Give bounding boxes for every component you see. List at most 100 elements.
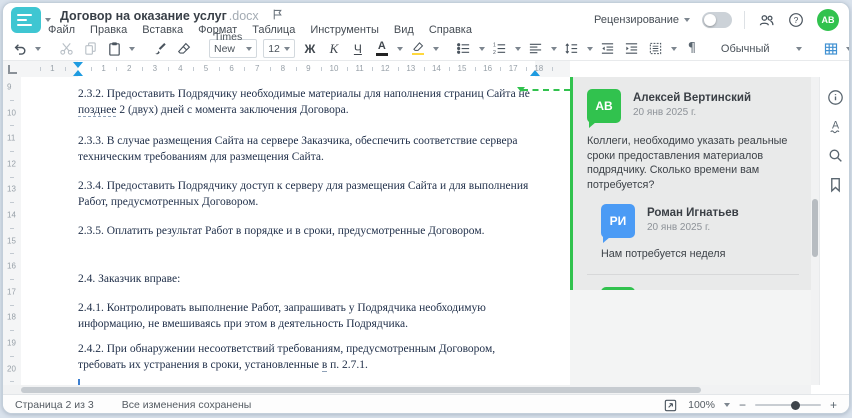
paragraph-settings-icon[interactable]	[647, 39, 665, 59]
menu-item-6[interactable]: Вид	[394, 24, 414, 36]
horizontal-scrollbar-thumb[interactable]	[21, 386, 701, 393]
zoom-in-button[interactable]: +	[830, 399, 837, 411]
font-color-caret-icon[interactable]	[396, 46, 403, 51]
paste-icon[interactable]	[105, 39, 123, 59]
comment-avatar: АВ	[601, 286, 635, 290]
font-name-combo[interactable]: Times New ...	[209, 31, 258, 67]
paragraph-6[interactable]: 2.4.1. Контролировать выполнение Работ, …	[78, 301, 538, 332]
tab-stop-selector[interactable]	[3, 61, 21, 78]
comment-item[interactable]: АВ Алексей Вертинский 20 янв 2025 г. Коллег…	[587, 89, 799, 192]
comment-header: АВ Алексей Вертинский26 май 2025 г.	[601, 286, 799, 291]
comment-date: 20 янв 2025 г.	[647, 222, 711, 234]
underline-button[interactable]: Ч	[349, 39, 367, 59]
paragraph-1[interactable]: 2.3.2. Предоставить Подрядчику необходим…	[78, 87, 538, 118]
highlight-caret-icon[interactable]	[432, 46, 439, 51]
zoom-value[interactable]: 100%	[688, 399, 715, 411]
comment-meta: Роман Игнатьев 20 янв 2025 г.	[647, 204, 739, 233]
line-spacing-icon[interactable]	[563, 39, 581, 59]
format-painter-icon[interactable]	[151, 39, 169, 59]
flag-icon[interactable]	[271, 8, 284, 24]
font-color-icon[interactable]: А	[373, 39, 391, 59]
document-body[interactable]: 2.3.2. Предоставить Подрядчику необходим…	[21, 77, 570, 385]
bookmark-icon[interactable]	[826, 174, 846, 194]
line-spacing-caret-icon[interactable]	[586, 46, 593, 51]
logo-menu-caret-icon[interactable]	[45, 18, 51, 22]
zoom-caret-icon[interactable]	[723, 403, 730, 407]
review-mode-dropdown[interactable]: Рецензирование	[594, 14, 690, 26]
paragraph-text: 2.4.1. Контролировать выполнение Работ, …	[78, 302, 486, 330]
bullet-list-caret-icon[interactable]	[478, 46, 485, 51]
info-icon[interactable]	[826, 87, 846, 107]
help-icon[interactable]: ?	[787, 10, 805, 30]
ruler-vertical[interactable]: 9 10 11 12 13 14 15 16 17 18 19 20	[3, 77, 22, 385]
menu-item-7[interactable]: Справка	[429, 24, 472, 36]
app-logo-icon[interactable]	[11, 7, 41, 33]
review-toggle[interactable]	[702, 12, 732, 28]
horizontal-scrollbar[interactable]	[3, 385, 811, 394]
menu-item-1[interactable]: Правка	[90, 24, 127, 36]
comment-item[interactable]: АВАлексей Вертинский26 май 2025 г.Роман …	[601, 286, 799, 291]
paragraph-style-combo[interactable]: Обычный	[717, 43, 806, 55]
eraser-icon[interactable]	[175, 39, 193, 59]
cut-icon[interactable]	[57, 39, 75, 59]
zoom-slider-knob[interactable]	[791, 400, 801, 410]
italic-button[interactable]: К	[325, 39, 343, 59]
font-size-caret-icon	[283, 46, 290, 51]
ruler-v-tick	[10, 355, 14, 357]
paragraph-text: п. 2.7.1.	[327, 358, 368, 371]
align-left-icon[interactable]	[527, 39, 545, 59]
comment-item[interactable]: РИ Роман Игнатьев 20 янв 2025 г. Нам потреб…	[601, 204, 799, 262]
users-icon[interactable]	[757, 10, 775, 30]
paragraph-4[interactable]: 2.3.5. Оплатить результат Работ в порядк…	[78, 224, 538, 240]
document-page[interactable]: 2.3.2. Предоставить Подрядчику необходим…	[21, 77, 570, 385]
numbered-list-icon[interactable]: 12	[491, 39, 509, 59]
ruler-h-number: 4	[178, 64, 183, 73]
ruler-v-number: 15	[7, 236, 16, 246]
paragraph-5[interactable]: 2.4. Заказчик вправе:	[78, 272, 538, 288]
svg-text:1: 1	[493, 43, 496, 49]
bullet-list-icon[interactable]	[455, 39, 473, 59]
table-caret-icon[interactable]	[845, 46, 849, 51]
ruler-horizontal[interactable]: 1 1 2 3 4 5 6 7 8 9 10 11 12 13 14 15 16 17 18	[21, 61, 570, 78]
zoom-out-button[interactable]: −	[739, 399, 746, 411]
menu-item-4[interactable]: Таблица	[252, 24, 295, 36]
comment-thread[interactable]: АВ Алексей Вертинский 20 янв 2025 г. Коллег…	[573, 77, 811, 290]
paragraph-7[interactable]: 2.4.2. При обнаружении несоответствий тр…	[78, 342, 538, 373]
zoom-slider[interactable]	[754, 400, 821, 410]
first-line-indent-marker[interactable]	[73, 62, 83, 68]
ruler-h-number: 16	[483, 64, 493, 73]
ruler-h-tick	[90, 67, 92, 71]
show-formatting-marks-button[interactable]: ¶	[683, 39, 701, 59]
menu-item-5[interactable]: Инструменты	[310, 24, 379, 36]
vertical-scrollbar-thumb[interactable]	[812, 199, 818, 257]
hanging-indent-marker[interactable]	[73, 70, 83, 76]
paragraph-3[interactable]: 2.3.4. Предоставить Подрядчику доступ к …	[78, 179, 538, 210]
spellcheck-icon[interactable]: А	[826, 116, 846, 136]
ruler-h-tick	[321, 67, 323, 71]
menu-item-2[interactable]: Вставка	[142, 24, 183, 36]
bold-button[interactable]: Ж	[301, 39, 319, 59]
increase-indent-icon[interactable]	[623, 39, 641, 59]
align-caret-icon[interactable]	[550, 46, 557, 51]
search-icon[interactable]	[826, 145, 846, 165]
fit-width-icon[interactable]	[661, 395, 679, 413]
highlight-icon[interactable]	[409, 39, 427, 59]
font-size-combo[interactable]: 12	[263, 39, 295, 58]
undo-icon[interactable]	[11, 39, 29, 59]
paste-caret-icon[interactable]	[129, 46, 135, 51]
user-avatar[interactable]: АВ	[817, 9, 839, 31]
ruler-h-tick	[270, 67, 271, 71]
comment-avatar: РИ	[601, 204, 635, 244]
comment-author: Алексей Вертинский	[647, 287, 765, 291]
undo-caret-icon[interactable]	[35, 46, 41, 51]
page-indicator[interactable]: Страница 2 из 3	[15, 399, 94, 411]
table-icon[interactable]	[822, 39, 840, 59]
decrease-indent-icon[interactable]	[599, 39, 617, 59]
paragraph-2[interactable]: 2.3.3. В случае размещения Сайта на серв…	[78, 134, 538, 165]
copy-icon[interactable]	[81, 39, 99, 59]
menu-item-0[interactable]: Файл	[48, 24, 75, 36]
font-name-caret-icon	[246, 46, 253, 51]
numbered-list-caret-icon[interactable]	[514, 46, 521, 51]
vertical-scrollbar[interactable]	[811, 77, 819, 385]
paragraph-settings-caret-icon[interactable]	[670, 46, 677, 51]
